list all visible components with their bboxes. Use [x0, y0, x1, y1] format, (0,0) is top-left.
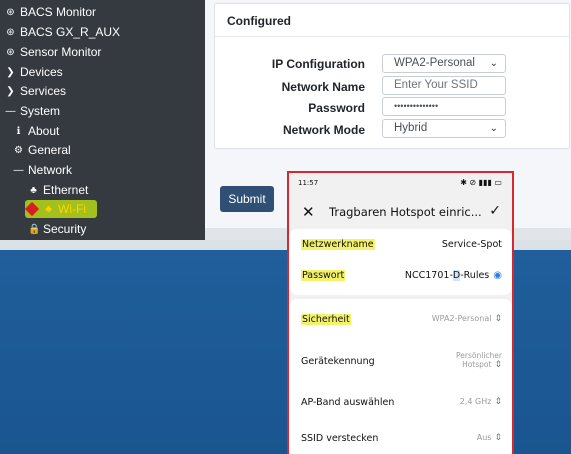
submit-button[interactable]: Submit — [220, 186, 274, 212]
sidebar-item-label: General — [28, 143, 71, 157]
close-icon[interactable]: ✕ — [302, 203, 315, 221]
lock-icon: 🔒 — [28, 224, 41, 235]
sidebar-item-services[interactable]: ❯ Services — [5, 82, 66, 101]
hide-ssid-value: Aus ⇕ — [477, 433, 502, 443]
sidebar-item-label: Security — [43, 222, 87, 236]
sidebar: ⊛ BACS Monitor ⊛ BACS GX_R_AUX ⊛ Sensor … — [0, 0, 205, 240]
sidebar-item-label: Services — [20, 84, 67, 98]
sidebar-item-label: Network — [28, 163, 73, 177]
phone-status-bar: 11:57 ✱ ⊘ ▮▮▮ ▭ — [289, 173, 512, 195]
security-label: Sicherheit — [301, 314, 351, 325]
sidebar-item-wifi[interactable]: ♣ Wi-Fi — [43, 200, 86, 219]
ip-config-value: WPA2-Personal — [394, 57, 475, 69]
password-part-a: NCC1701- — [404, 270, 453, 281]
sidebar-item-general[interactable]: ⚙ General — [13, 141, 71, 160]
phone-title: Tragbaren Hotspot einric... — [329, 205, 482, 219]
network-tree-icon: ♣ — [45, 204, 52, 215]
chevron-down-icon: ⌄ — [489, 58, 498, 69]
check-icon[interactable]: ✓ — [489, 203, 501, 219]
wifi-config-card: Configured IP Configuration WPA2-Persona… — [214, 3, 570, 149]
up-down-icon: ⇕ — [494, 314, 502, 324]
chevron-right-icon: ❯ — [6, 86, 15, 97]
sidebar-item-label: System — [20, 104, 61, 118]
ip-config-select[interactable]: WPA2-Personal ⌄ — [382, 54, 506, 73]
password-input[interactable]: •••••••••••••• — [382, 97, 506, 116]
sidebar-item-ethernet[interactable]: ♣ Ethernet — [28, 181, 88, 200]
ap-band-label: AP-Band auswählen — [301, 397, 395, 408]
sidebar-item-security[interactable]: 🔒 Security — [28, 220, 86, 239]
network-mode-label: Network Mode — [282, 123, 365, 137]
ip-config-label: IP Configuration — [271, 57, 365, 71]
chevron-down-icon: ⌄ — [489, 123, 498, 134]
minus-icon: — — [5, 106, 16, 117]
sidebar-item-label: About — [28, 124, 60, 138]
phone-card-settings: Sicherheit WPA2-Personal ⇕ Gerätekennung … — [289, 299, 512, 454]
dashboard-icon: ⊛ — [6, 27, 15, 38]
card-title: Configured — [227, 14, 291, 28]
phone-status-icons: ✱ ⊘ ▮▮▮ ▭ — [460, 178, 502, 187]
sidebar-item-label: Ethernet — [43, 183, 89, 197]
network-tree-icon: ♣ — [30, 185, 37, 196]
sidebar-item-network[interactable]: — Network — [13, 161, 73, 180]
hide-ssid-label: SSID verstecken — [301, 433, 379, 444]
info-circle-icon: ℹ — [16, 126, 21, 137]
up-down-icon: ⇕ — [494, 433, 502, 443]
device-id-value-line2: Hotspot — [462, 360, 492, 369]
ssid-label: Netzwerkname — [301, 239, 375, 250]
network-mode-value: Hybrid — [394, 122, 428, 134]
ap-band-value: 2,4 GHz ⇕ — [460, 397, 502, 407]
cogs-icon: ⚙ — [14, 145, 23, 156]
device-id-label: Gerätekennung — [301, 356, 375, 367]
eye-icon[interactable]: ◉ — [493, 270, 502, 281]
sidebar-item-sensor-monitor[interactable]: ⊛ Sensor Monitor — [5, 43, 101, 62]
security-value-text: WPA2-Personal — [431, 314, 492, 323]
sidebar-item-label: Wi-Fi — [58, 202, 86, 216]
up-down-icon: ⇕ — [494, 360, 502, 370]
ap-band-value-text: 2,4 GHz — [459, 397, 492, 406]
device-id-value-line1: Persönlicher — [456, 351, 502, 360]
minus-icon: — — [13, 165, 24, 176]
password-part-c: -Rules — [460, 270, 490, 281]
sidebar-item-about[interactable]: ℹ About — [13, 122, 60, 141]
phone-header: ✕ Tragbaren Hotspot einric... ✓ — [289, 195, 512, 229]
phone-clock: 11:57 — [298, 179, 319, 187]
sidebar-item-label: BACS Monitor — [20, 5, 97, 19]
password-value: •••••••••••••• — [394, 101, 439, 111]
phone-hotspot-screenshot: 11:57 ✱ ⊘ ▮▮▮ ▭ ✕ Tragbaren Hotspot einr… — [287, 171, 514, 454]
password-label: Password — [308, 101, 365, 115]
sidebar-item-label: Devices — [20, 65, 63, 79]
sidebar-item-bacs-monitor[interactable]: ⊛ BACS Monitor — [5, 3, 96, 22]
security-value: WPA2-Personal ⇕ — [432, 314, 502, 324]
hide-ssid-value-text: Aus — [476, 433, 492, 442]
card-divider — [215, 36, 569, 37]
sidebar-item-devices[interactable]: ❯ Devices — [5, 63, 63, 82]
network-mode-select[interactable]: Hybrid ⌄ — [382, 119, 506, 138]
device-id-value: Persönlicher Hotspot ⇕ — [456, 351, 502, 370]
network-name-input[interactable]: Enter Your SSID — [382, 76, 506, 95]
phone-card-credentials: Netzwerkname Service-Spot Passwort NCC17… — [289, 229, 512, 295]
up-down-icon: ⇕ — [494, 397, 502, 407]
sidebar-item-system[interactable]: — System — [5, 102, 61, 121]
sidebar-item-label: Sensor Monitor — [20, 45, 102, 59]
sidebar-item-bacs-gx-r-aux[interactable]: ⊛ BACS GX_R_AUX — [5, 23, 120, 42]
ssid-value: Service-Spot — [441, 239, 502, 250]
sidebar-item-label: BACS GX_R_AUX — [20, 25, 121, 39]
chevron-right-icon: ❯ — [6, 67, 15, 78]
password-value: NCC1701-D-Rules ◉ — [405, 270, 502, 281]
network-name-label: Network Name — [281, 80, 365, 94]
network-name-placeholder: Enter Your SSID — [394, 79, 478, 91]
password-label: Passwort — [301, 270, 346, 281]
dashboard-icon: ⊛ — [6, 47, 15, 58]
dashboard-icon: ⊛ — [6, 7, 15, 18]
